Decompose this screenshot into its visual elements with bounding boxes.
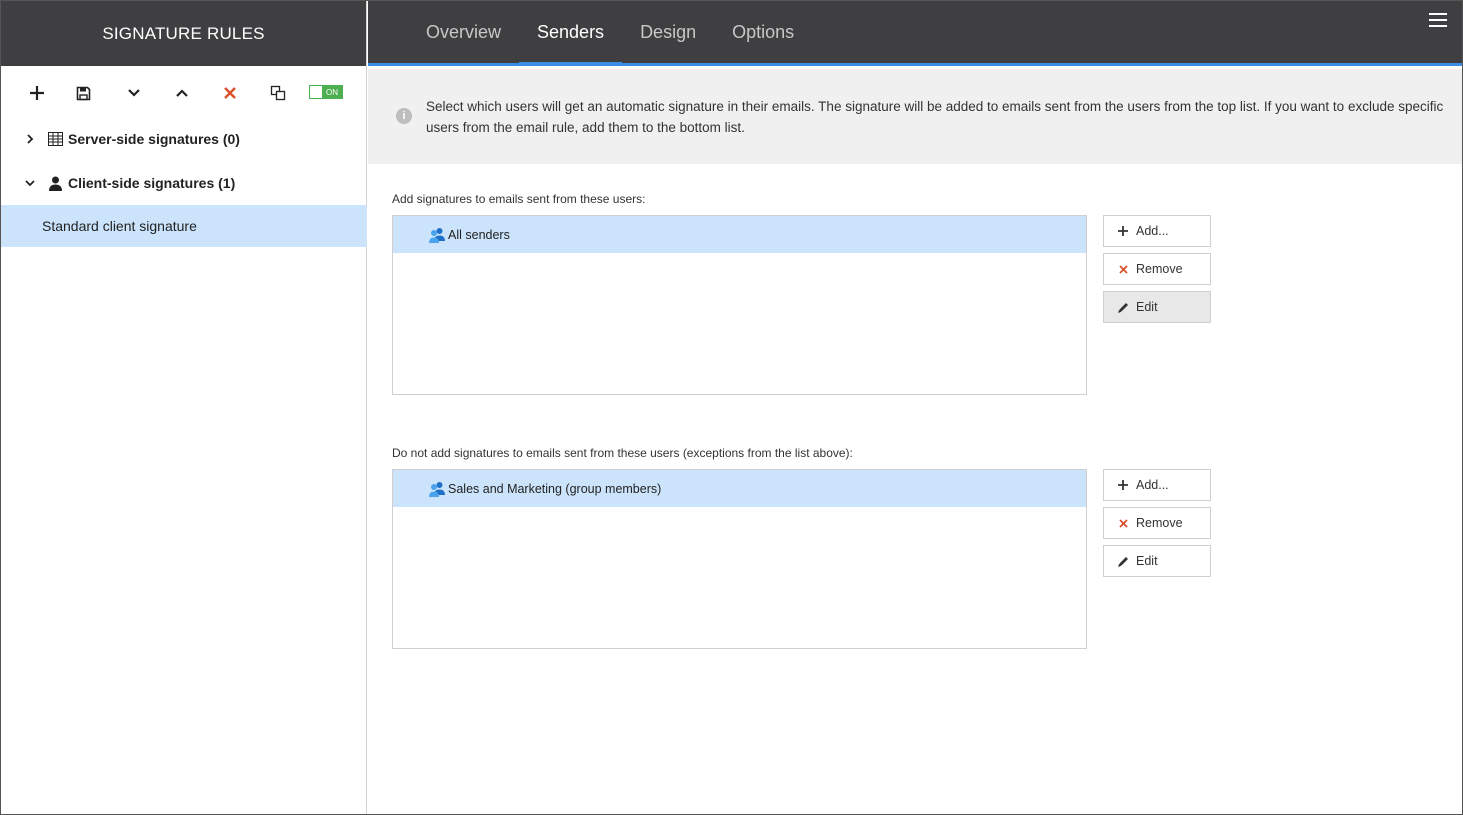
info-icon: i xyxy=(396,108,412,124)
sidebar: SIGNATURE RULES ON Server-side signature… xyxy=(1,1,367,814)
tab-design[interactable]: Design xyxy=(622,1,714,63)
tree-node-server-side[interactable]: Server-side signatures (0) xyxy=(1,117,367,161)
chevron-down-icon xyxy=(128,89,140,97)
rule-enabled-toggle[interactable]: ON xyxy=(309,85,343,99)
list-item-label: All senders xyxy=(448,227,510,242)
tree-node-label: Client-side signatures (1) xyxy=(68,175,236,191)
plus-icon xyxy=(1116,226,1130,236)
button-label: Remove xyxy=(1136,262,1183,276)
tree-item-standard-client-signature[interactable]: Standard client signature xyxy=(1,205,367,247)
hamburger-menu-icon[interactable] xyxy=(1429,13,1447,29)
exclude-add-button[interactable]: Add... xyxy=(1103,469,1211,501)
plus-icon xyxy=(30,86,44,100)
move-up-button[interactable] xyxy=(167,79,197,107)
sidebar-toolbar: ON xyxy=(1,79,367,107)
include-remove-button[interactable]: Remove xyxy=(1103,253,1211,285)
list-item-label: Sales and Marketing (group members) xyxy=(448,481,662,496)
chevron-down-icon[interactable] xyxy=(23,179,37,187)
top-nav: Overview Senders Design Options xyxy=(368,1,1462,66)
pencil-icon xyxy=(1116,301,1130,314)
exclude-remove-button[interactable]: Remove xyxy=(1103,507,1211,539)
duplicate-rule-button[interactable] xyxy=(263,79,293,107)
save-rule-button[interactable] xyxy=(68,79,98,107)
delete-rule-button[interactable] xyxy=(215,79,245,107)
pencil-icon xyxy=(1116,555,1130,568)
toggle-label: ON xyxy=(322,86,342,98)
exclude-list[interactable]: Sales and Marketing (group members) xyxy=(392,469,1087,649)
toggle-knob xyxy=(310,86,322,98)
exclude-label: Do not add signatures to emails sent fro… xyxy=(392,446,853,460)
include-list[interactable]: All senders xyxy=(392,215,1087,395)
group-icon xyxy=(429,481,445,497)
tab-options[interactable]: Options xyxy=(714,1,812,63)
exclude-edit-button[interactable]: Edit xyxy=(1103,545,1211,577)
close-icon xyxy=(1116,264,1130,274)
button-label: Add... xyxy=(1136,478,1169,492)
tab-overview[interactable]: Overview xyxy=(408,1,519,63)
button-label: Edit xyxy=(1136,554,1158,568)
include-label: Add signatures to emails sent from these… xyxy=(392,192,646,206)
plus-icon xyxy=(1116,480,1130,490)
list-item[interactable]: Sales and Marketing (group members) xyxy=(393,470,1086,507)
chevron-up-icon xyxy=(176,89,188,97)
copy-icon xyxy=(270,85,286,101)
info-banner: i Select which users will get an automat… xyxy=(368,69,1462,164)
button-label: Edit xyxy=(1136,300,1158,314)
group-icon xyxy=(429,227,445,243)
close-icon xyxy=(1116,518,1130,528)
rules-tree: Server-side signatures (0) Client-side s… xyxy=(1,117,367,247)
tree-node-client-side[interactable]: Client-side signatures (1) xyxy=(1,161,367,205)
main-panel: Overview Senders Design Options i Select… xyxy=(368,1,1462,814)
list-item[interactable]: All senders xyxy=(393,216,1086,253)
button-label: Remove xyxy=(1136,516,1183,530)
close-icon xyxy=(224,87,236,99)
tab-bar: Overview Senders Design Options xyxy=(408,1,812,66)
button-label: Add... xyxy=(1136,224,1169,238)
include-edit-button[interactable]: Edit xyxy=(1103,291,1211,323)
user-icon xyxy=(47,176,63,191)
chevron-right-icon[interactable] xyxy=(23,134,37,144)
save-icon xyxy=(76,86,90,100)
tree-node-label: Server-side signatures (0) xyxy=(68,131,240,147)
add-rule-button[interactable] xyxy=(22,79,52,107)
tab-senders[interactable]: Senders xyxy=(519,1,623,66)
server-icon xyxy=(47,132,63,146)
include-add-button[interactable]: Add... xyxy=(1103,215,1211,247)
sidebar-title: SIGNATURE RULES xyxy=(1,1,366,66)
app-window: SIGNATURE RULES ON Server-side signature… xyxy=(0,0,1463,815)
move-down-button[interactable] xyxy=(119,79,149,107)
info-text: Select which users will get an automatic… xyxy=(426,99,1444,135)
